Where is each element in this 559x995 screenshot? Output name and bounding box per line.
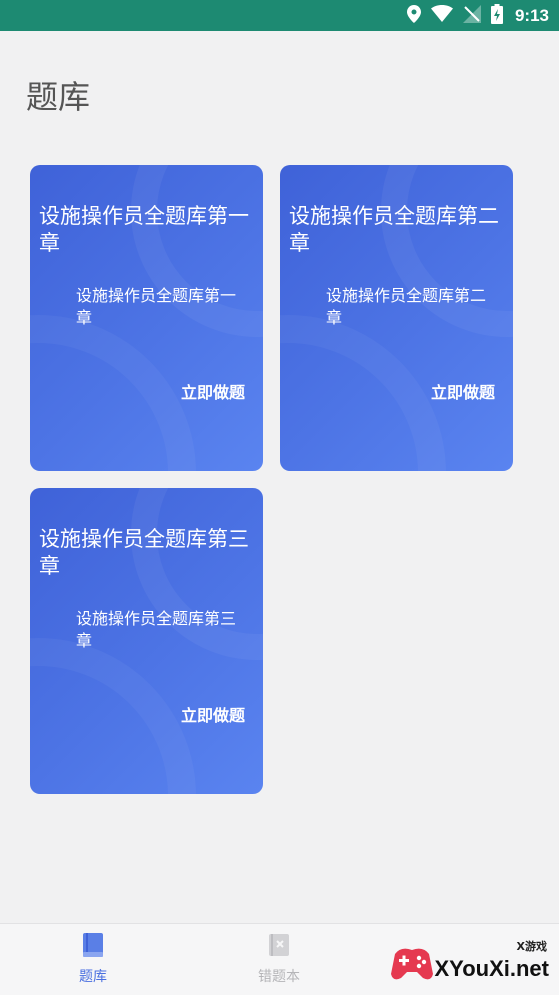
- card-decoration: [30, 638, 196, 794]
- book-icon: [82, 933, 104, 962]
- start-practice-button[interactable]: 立即做题: [431, 379, 495, 403]
- card-title: 设施操作员全题库第一章: [39, 204, 249, 255]
- battery-icon: [490, 3, 503, 28]
- wrong-book-icon: [268, 934, 290, 962]
- chapter-card-1[interactable]: 设施操作员全题库第一章 设施操作员全题库第一章 立即做题: [30, 165, 263, 471]
- nav-tab-wrong-book[interactable]: 错题本: [234, 932, 324, 990]
- nav-label: 错题本: [258, 969, 300, 985]
- start-practice-button[interactable]: 立即做题: [181, 702, 245, 726]
- status-bar: 9:13: [0, 0, 559, 31]
- card-decoration: [30, 315, 196, 471]
- watermark: X游戏 XYouXi.net: [381, 936, 559, 994]
- chapter-card-2[interactable]: 设施操作员全题库第二章 设施操作员全题库第二章 立即做题: [280, 165, 513, 471]
- card-title: 设施操作员全题库第三章: [39, 527, 249, 578]
- location-icon: [406, 4, 421, 27]
- card-decoration: [280, 315, 446, 471]
- page-title: 题库: [26, 78, 91, 116]
- status-icons: 9:13: [406, 0, 549, 31]
- nav-tab-question-bank[interactable]: 题库: [48, 932, 138, 990]
- watermark-domain-text: XYouXi.net: [434, 956, 550, 981]
- card-description: 设施操作员全题库第二章: [326, 286, 487, 327]
- watermark-small-text: X游戏: [516, 940, 547, 953]
- card-description: 设施操作员全题库第三章: [76, 609, 237, 650]
- signal-icon: [462, 4, 481, 27]
- status-time: 9:13: [514, 5, 549, 25]
- gamepad-logo-icon: [389, 942, 435, 990]
- nav-label: 题库: [79, 969, 107, 985]
- chapter-card-3[interactable]: 设施操作员全题库第三章 设施操作员全题库第三章 立即做题: [30, 488, 263, 794]
- wifi-icon: [430, 5, 453, 26]
- card-description: 设施操作员全题库第一章: [76, 286, 237, 327]
- start-practice-button[interactable]: 立即做题: [181, 379, 245, 403]
- card-title: 设施操作员全题库第二章: [289, 204, 499, 255]
